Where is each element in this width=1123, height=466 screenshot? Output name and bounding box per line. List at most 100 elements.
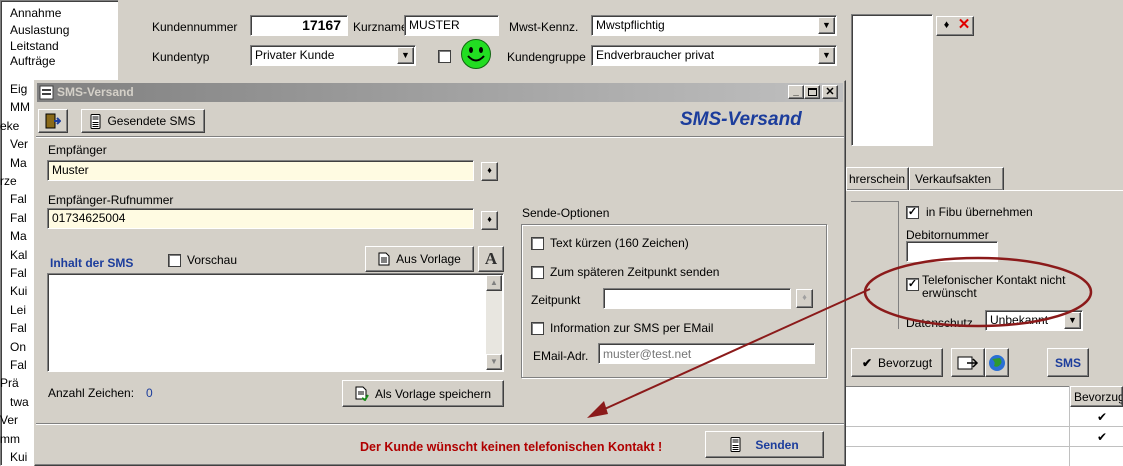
rufnummer-label: Empfänger-Rufnummer bbox=[48, 193, 174, 207]
sidebar-item[interactable]: Ma bbox=[10, 156, 27, 170]
dialog-title: SMS-Versand bbox=[57, 85, 134, 99]
sidebar-item[interactable]: Aufträge bbox=[10, 54, 55, 68]
sidebar-item[interactable]: Ma bbox=[10, 229, 27, 243]
spaeter-checkbox[interactable] bbox=[531, 266, 544, 279]
sidebar-item[interactable]: eke bbox=[0, 119, 19, 133]
globe-button[interactable] bbox=[985, 348, 1009, 377]
sende-optionen-label: Sende-Optionen bbox=[522, 206, 610, 220]
sidebar-item[interactable]: Annahme bbox=[10, 6, 61, 20]
fibu-label: in Fibu übernehmen bbox=[926, 205, 1033, 219]
rufnummer-field[interactable]: 01734625004 bbox=[47, 208, 474, 229]
bevorzugt-button[interactable]: ✔ Bevorzugt bbox=[851, 348, 943, 377]
rufnummer-dropdown-button[interactable]: ♦ bbox=[481, 211, 498, 230]
kundengruppe-select[interactable]: Endverbraucher privat bbox=[591, 45, 837, 66]
sms-content-textarea[interactable] bbox=[47, 273, 504, 372]
transfer-button[interactable] bbox=[951, 348, 985, 377]
information-label: Information zur SMS per EMail bbox=[550, 321, 714, 335]
kurzname-field[interactable]: MUSTER bbox=[404, 15, 499, 36]
als-vorlage-button[interactable]: Als Vorlage speichern bbox=[342, 380, 504, 407]
photo-box bbox=[851, 14, 933, 146]
aus-vorlage-label: Aus Vorlage bbox=[396, 252, 461, 266]
transfer-icon bbox=[957, 356, 979, 369]
sidebar-item[interactable]: Fal bbox=[10, 192, 27, 206]
photo-delete-icon[interactable]: ✕ bbox=[956, 16, 972, 34]
sidebar-item[interactable]: Ver bbox=[0, 413, 18, 427]
sidebar-item[interactable]: MM bbox=[10, 100, 30, 114]
tab-fuehrerschein[interactable]: hrerschein bbox=[846, 167, 909, 190]
mwst-label: Mwst-Kennz. bbox=[509, 20, 579, 34]
kundengruppe-dropdown-button[interactable]: ▼ bbox=[818, 47, 835, 64]
kundentyp-checkbox[interactable] bbox=[438, 50, 451, 63]
kundentyp-select[interactable]: Privater Kunde bbox=[250, 45, 416, 66]
grid-row[interactable] bbox=[846, 407, 1123, 427]
information-checkbox[interactable] bbox=[531, 322, 544, 335]
empfaenger-field[interactable]: Muster bbox=[47, 160, 474, 181]
dialog-title-bar[interactable] bbox=[37, 83, 843, 102]
sidebar-item[interactable]: Eig bbox=[10, 82, 27, 96]
save-document-icon bbox=[355, 386, 369, 401]
sidebar-item[interactable]: Kui bbox=[10, 450, 27, 464]
font-button[interactable]: A bbox=[478, 246, 504, 272]
scroll-up-button[interactable]: ▲ bbox=[486, 275, 502, 291]
grid-col-divider bbox=[1069, 386, 1070, 466]
vorschau-checkbox[interactable] bbox=[168, 254, 181, 267]
gesendete-sms-button[interactable]: Gesendete SMS bbox=[81, 109, 205, 133]
sidebar-item[interactable]: Fal bbox=[10, 266, 27, 280]
maximize-button[interactable] bbox=[804, 85, 820, 99]
kundennummer-field[interactable]: 17167 bbox=[250, 15, 348, 36]
bottom-divider bbox=[36, 423, 844, 425]
kundentyp-dropdown-button[interactable]: ▼ bbox=[397, 47, 414, 64]
dialog-heading: SMS-Versand bbox=[680, 109, 802, 130]
bevorzugt-label: Bevorzugt bbox=[878, 355, 933, 370]
close-button[interactable]: ✕ bbox=[822, 85, 838, 99]
sidebar-item[interactable]: Fal bbox=[10, 358, 27, 372]
sidebar-item[interactable]: rze bbox=[0, 174, 17, 188]
minimize-button[interactable]: _ bbox=[788, 85, 804, 99]
customer-form: Kundennummer 17167 Kurzname MUSTER Mwst-… bbox=[124, 0, 844, 80]
aus-vorlage-button[interactable]: Aus Vorlage bbox=[365, 246, 474, 272]
empfaenger-dropdown-button[interactable]: ♦ bbox=[481, 162, 498, 181]
debitor-label: Debitornummer bbox=[906, 228, 989, 242]
sms-button[interactable]: SMS bbox=[1047, 348, 1089, 377]
email-label: EMail-Adr. bbox=[533, 349, 589, 363]
textarea-scrollbar[interactable]: ▲ ▼ bbox=[486, 275, 502, 370]
toolbar-divider bbox=[36, 136, 844, 138]
zeitpunkt-field[interactable] bbox=[603, 288, 791, 309]
sidebar-item[interactable]: twa bbox=[10, 395, 29, 409]
mwst-select[interactable]: Mwstpflichtig bbox=[591, 15, 837, 36]
kundennummer-label: Kundennummer bbox=[152, 20, 238, 34]
exit-door-icon bbox=[45, 113, 61, 129]
sidebar-item[interactable]: Kal bbox=[10, 248, 27, 262]
zeitpunkt-dropdown-button[interactable]: ♦ bbox=[796, 289, 813, 308]
senden-button[interactable]: Senden bbox=[705, 431, 824, 458]
grid-header-bevorzugt[interactable]: Bevorzug bbox=[1070, 386, 1123, 407]
empfaenger-label: Empfänger bbox=[48, 143, 107, 157]
grid-check: ✔ bbox=[1097, 410, 1108, 424]
sidebar-item[interactable]: mm bbox=[0, 432, 20, 446]
mwst-dropdown-button[interactable]: ▼ bbox=[818, 17, 835, 34]
email-field[interactable] bbox=[598, 343, 815, 364]
grid-row[interactable] bbox=[846, 427, 1123, 447]
sidebar-item[interactable]: Kui bbox=[10, 284, 27, 298]
tab-verkaufsakten[interactable]: Verkaufsakten bbox=[909, 167, 1004, 190]
scroll-down-button[interactable]: ▼ bbox=[486, 354, 502, 370]
tab-panel-border bbox=[846, 190, 1123, 191]
sidebar-item[interactable]: Ver bbox=[10, 137, 28, 151]
sidebar-item[interactable]: Fal bbox=[10, 211, 27, 225]
sidebar-item[interactable]: Auslastung bbox=[10, 23, 69, 37]
sidebar-item[interactable]: Prä bbox=[0, 376, 19, 390]
check-icon: ✔ bbox=[861, 355, 873, 370]
sidebar-item[interactable]: Leitstand bbox=[10, 39, 59, 53]
photo-add-icon[interactable]: ♦ bbox=[939, 16, 954, 34]
text-kuerzen-checkbox[interactable] bbox=[531, 237, 544, 250]
sidebar-item[interactable]: Lei bbox=[10, 303, 26, 317]
exit-button[interactable] bbox=[38, 109, 68, 133]
sidebar-item[interactable]: On bbox=[10, 340, 26, 354]
sidebar-item[interactable]: Fal bbox=[10, 321, 27, 335]
fibu-checkbox[interactable]: ✓ bbox=[906, 206, 919, 219]
kundengruppe-label: Kundengruppe bbox=[507, 50, 586, 64]
phone-icon bbox=[90, 113, 101, 129]
senden-label: Senden bbox=[755, 437, 799, 452]
app-icon bbox=[39, 85, 54, 100]
annotation-ellipse bbox=[863, 256, 1093, 328]
